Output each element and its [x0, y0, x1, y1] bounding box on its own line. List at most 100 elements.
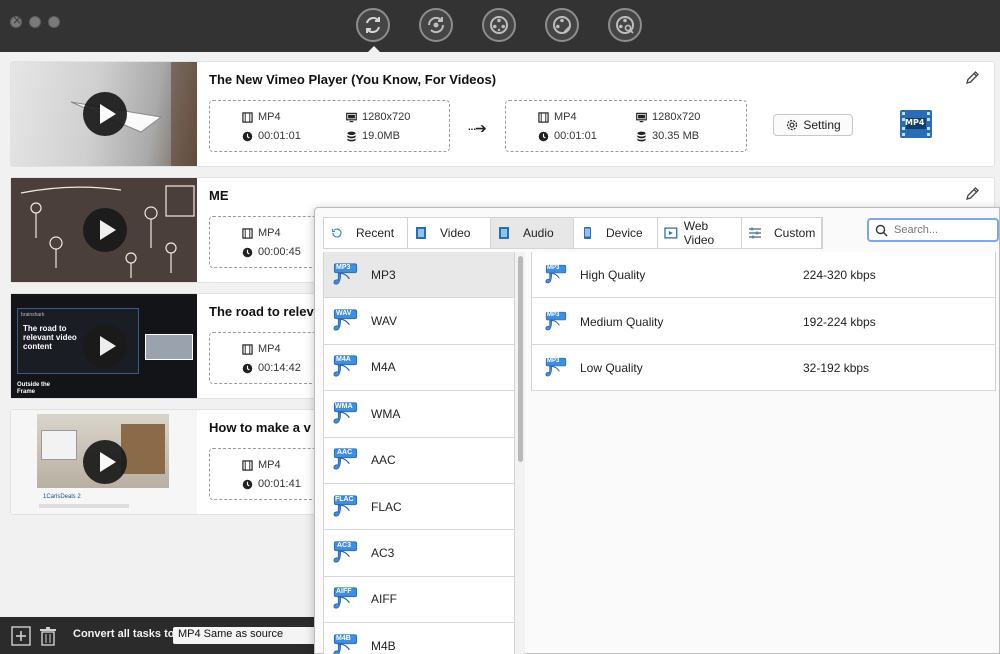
- quality-row-medium[interactable]: MP3 Medium Quality 192-224 kbps: [532, 298, 995, 345]
- zoom-window-button[interactable]: [48, 16, 60, 28]
- format-label: AAC: [371, 453, 396, 468]
- format-item-mp3[interactable]: MP3 MP3: [324, 252, 514, 299]
- video-thumbnail[interactable]: The road to relevant video content Outsi…: [11, 294, 197, 398]
- audio-format-list: MP3 MP3 WAV WAV M4A M4A WMA WMA AAC AAC FLAC F…: [323, 252, 515, 654]
- format-category-tabs: Recent Video Audio Device Web Video Cust…: [323, 217, 823, 249]
- format-list-scrollbar[interactable]: [515, 252, 525, 654]
- clock-icon: [242, 479, 253, 490]
- format-label: M4A: [371, 360, 396, 375]
- format-item-flac[interactable]: FLAC FLAC: [324, 484, 514, 531]
- play-button[interactable]: [83, 92, 127, 136]
- minimize-window-button[interactable]: [29, 16, 41, 28]
- clock-icon: [242, 247, 253, 258]
- thumbnail-corner-logo: brainshark: [21, 312, 45, 318]
- scrollbar-thumb[interactable]: [518, 256, 523, 462]
- format-item-wma[interactable]: WMA WMA: [324, 391, 514, 438]
- format-item-aac[interactable]: AAC AAC: [324, 438, 514, 484]
- film-icon: [242, 228, 253, 239]
- film-search-icon[interactable]: [608, 8, 642, 42]
- play-button[interactable]: [83, 440, 127, 484]
- source-duration: 00:01:01: [258, 130, 301, 142]
- video-thumbnail[interactable]: [11, 178, 197, 282]
- format-label: AIFF: [371, 592, 397, 607]
- film-icon: [538, 112, 549, 123]
- tab-recent[interactable]: Recent: [324, 218, 408, 248]
- flac-format-icon: FLAC: [332, 494, 359, 520]
- quality-label: High Quality: [580, 268, 646, 283]
- quality-row-high[interactable]: MP3 High Quality 224-320 kbps: [532, 252, 995, 299]
- film-reel-icon[interactable]: [482, 8, 516, 42]
- tab-web-video-label: Web Video: [683, 219, 715, 247]
- database-icon: [636, 131, 647, 142]
- source-format: MP4: [258, 111, 281, 123]
- tab-audio[interactable]: Audio: [491, 218, 574, 248]
- edit-pencil-icon[interactable]: [964, 186, 980, 202]
- m4b-format-icon: M4B: [332, 633, 359, 654]
- clock-icon: [242, 363, 253, 374]
- format-item-aiff[interactable]: AIFF AIFF: [324, 577, 514, 624]
- format-search-input[interactable]: [894, 224, 994, 236]
- setting-button[interactable]: Setting: [773, 114, 853, 136]
- format-item-m4a[interactable]: M4A M4A: [324, 345, 514, 392]
- m4a-format-icon: M4A: [332, 354, 359, 380]
- tab-recent-label: Recent: [356, 226, 395, 240]
- film-edit-icon[interactable]: [545, 8, 579, 42]
- rotate-convert-icon[interactable]: [419, 8, 453, 42]
- task-title: The New Vimeo Player (You Know, For Vide…: [209, 72, 497, 87]
- play-button[interactable]: [83, 324, 127, 368]
- quality-bitrate: 192-224 kbps: [803, 314, 876, 329]
- source-format: MP4: [258, 227, 281, 239]
- source-size: 19.0MB: [362, 130, 400, 142]
- tab-custom[interactable]: Custom: [742, 218, 822, 248]
- wma-format-icon: WMA: [332, 401, 359, 427]
- play-button[interactable]: [83, 208, 127, 252]
- web-video-icon: [664, 227, 678, 239]
- tab-device[interactable]: Device: [574, 218, 658, 248]
- trash-icon[interactable]: [38, 626, 58, 646]
- format-label: M4B: [371, 638, 396, 653]
- video-thumbnail[interactable]: [11, 62, 197, 166]
- mp3-format-icon: MP3: [544, 311, 568, 333]
- format-item-m4b[interactable]: M4B M4B: [324, 623, 514, 654]
- format-label: WAV: [371, 314, 397, 329]
- aac-format-icon: AAC: [332, 447, 359, 473]
- format-item-ac3[interactable]: AC3 AC3: [324, 530, 514, 577]
- ac3-format-icon: AC3: [332, 540, 359, 566]
- source-info-box: MP4 00:01:01 1280x720 19.0MB: [209, 100, 450, 152]
- format-label: WMA: [371, 406, 401, 421]
- film-icon: [242, 344, 253, 355]
- audio-icon: [499, 227, 509, 239]
- tab-web-video[interactable]: Web Video: [658, 218, 742, 248]
- quality-preset-list: MP3 High Quality 224-320 kbps MP3 Medium…: [531, 252, 996, 392]
- format-search-field[interactable]: [867, 218, 999, 242]
- active-tool-caret: [368, 46, 380, 52]
- recent-icon: [331, 228, 342, 238]
- add-task-icon[interactable]: [11, 626, 31, 646]
- output-format-badge[interactable]: MP4: [899, 108, 933, 140]
- format-item-wav[interactable]: WAV WAV: [324, 298, 514, 345]
- thumbnail-caption: 1CarlsDeals 2: [43, 494, 81, 500]
- mp3-format-icon: MP3: [544, 264, 568, 286]
- task-item[interactable]: The New Vimeo Player (You Know, For Vide…: [10, 61, 995, 167]
- close-window-button[interactable]: [10, 13, 22, 28]
- convert-icon[interactable]: [356, 8, 390, 42]
- target-format: MP4: [554, 111, 577, 123]
- edit-pencil-icon[interactable]: [964, 70, 980, 86]
- device-icon: [584, 227, 591, 239]
- thumbnail-caption: The road to relevant video content: [23, 324, 77, 351]
- quality-row-low[interactable]: MP3 Low Quality 32-192 kbps: [532, 344, 995, 392]
- output-format-label: MP4: [905, 118, 925, 127]
- video-thumbnail[interactable]: 1CarlsDeals 2: [11, 410, 197, 514]
- film-icon: [242, 460, 253, 471]
- quality-bitrate: 224-320 kbps: [803, 268, 876, 283]
- tab-video[interactable]: Video: [408, 218, 491, 248]
- task-title: How to make a v: [209, 420, 311, 435]
- tab-device-label: Device: [606, 226, 643, 240]
- convert-all-select[interactable]: MP4 Same as source: [173, 627, 333, 644]
- source-resolution: 1280x720: [362, 111, 411, 123]
- setting-label: Setting: [803, 118, 841, 132]
- tab-audio-label: Audio: [523, 226, 554, 240]
- target-info-box[interactable]: MP4 00:01:01 1280x720 30.35 MB: [505, 100, 747, 152]
- search-icon: [875, 224, 888, 237]
- clock-icon: [242, 131, 253, 142]
